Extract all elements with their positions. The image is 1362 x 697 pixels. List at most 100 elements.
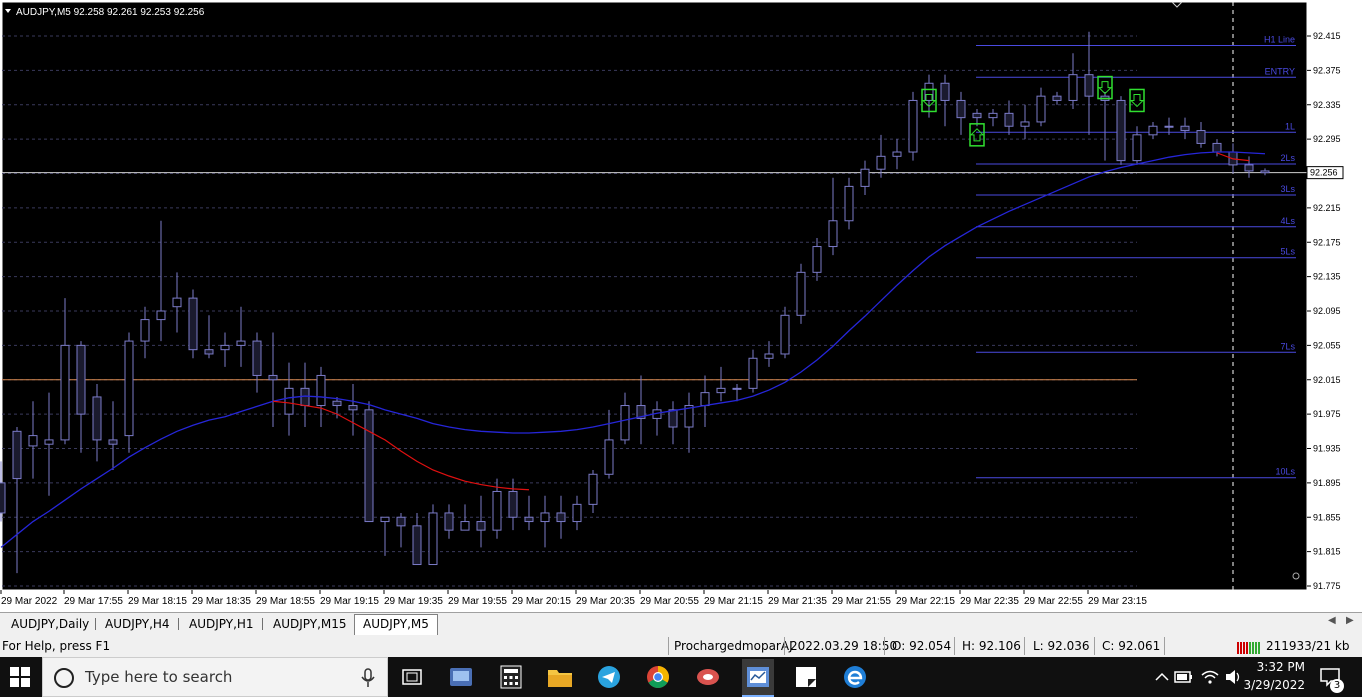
- candle-body: [1196, 130, 1206, 144]
- candle-body: [28, 435, 38, 447]
- candle-body: [1180, 125, 1190, 132]
- candle-body: [556, 512, 566, 523]
- price-tick-label: 92.095: [1313, 306, 1341, 316]
- candle-body: [956, 99, 966, 119]
- price-tick-label: 91.855: [1313, 512, 1341, 522]
- time-tick-label: 29 Mar 23:15: [1088, 596, 1147, 607]
- candle-body: [0, 482, 6, 514]
- candle-body: [396, 516, 406, 527]
- candle-body: [316, 374, 326, 407]
- candle-body: [1212, 142, 1222, 153]
- candle-body: [860, 168, 870, 187]
- price-tick-label: 92.375: [1313, 65, 1341, 75]
- time-tick-label: 29 Mar 18:35: [192, 596, 251, 607]
- tab-audjpy-m5[interactable]: AUDJPY,M5: [354, 614, 438, 635]
- candle-body: [332, 400, 342, 407]
- candle-body: [876, 155, 886, 170]
- status-separator: [884, 637, 885, 655]
- candle-body: [108, 439, 118, 445]
- candle: [1116, 96, 1126, 165]
- candle-body: [124, 340, 134, 437]
- connection-bars-icon: [1237, 635, 1261, 657]
- status-low: L: 92.036: [1033, 639, 1090, 653]
- candle-body: [908, 99, 918, 153]
- candle-body: [12, 430, 22, 480]
- status-open: O: 92.054: [892, 639, 952, 653]
- microphone-icon[interactable]: [361, 668, 375, 692]
- taskbar-search-box[interactable]: Type here to search: [42, 657, 388, 697]
- price-tick-label: 91.975: [1313, 409, 1341, 419]
- candle-body: [1068, 74, 1078, 101]
- scroll-left-icon[interactable]: ◀: [1328, 615, 1336, 626]
- time-tick-label: 29 Mar 18:55: [256, 596, 315, 607]
- time-tick-label: 29 Mar 19:15: [320, 596, 379, 607]
- candle-body: [572, 503, 582, 523]
- candle-body: [1260, 170, 1270, 174]
- time-tick-label: 29 Mar 22:55: [1024, 596, 1083, 607]
- candle-body: [988, 112, 998, 119]
- candle-body: [668, 409, 678, 428]
- time-tick-label: 29 Mar 20:35: [576, 596, 635, 607]
- candle-body: [380, 516, 390, 523]
- candle-body: [588, 473, 598, 505]
- candle-body: [428, 512, 438, 566]
- level-label: 3Ls: [1280, 184, 1295, 194]
- profile-name: ProchargedmoparAJ: [674, 639, 793, 653]
- candle-body: [732, 387, 742, 390]
- candle-body: [796, 271, 806, 316]
- candle-body: [780, 314, 790, 355]
- time-tick-label: 29 Mar 21:55: [832, 596, 891, 607]
- time-tick-label: 29 Mar 20:55: [640, 596, 699, 607]
- time-tick-label: 29 Mar 19:35: [384, 596, 443, 607]
- status-high: H: 92.106: [962, 639, 1021, 653]
- candle-body: [204, 349, 214, 355]
- tab-audjpy-h4[interactable]: AUDJPY,H4: [97, 615, 178, 633]
- status-close: C: 92.061: [1102, 639, 1161, 653]
- candle-body: [188, 297, 198, 351]
- traffic-text: 211933/21 kb: [1266, 639, 1350, 653]
- candle-body: [828, 220, 838, 248]
- candle-body: [1004, 112, 1014, 127]
- tab-audjpy-h1[interactable]: AUDJPY,H1: [181, 615, 262, 633]
- candle-body: [508, 490, 518, 518]
- chart-tab-bar: AUDJPY,Daily AUDJPY,H4 AUDJPY,H1 AUDJPY,…: [0, 612, 1362, 635]
- time-tick-label: 29 Mar 21:35: [768, 596, 827, 607]
- candle: [796, 263, 806, 324]
- tab-audjpy-daily[interactable]: AUDJPY,Daily: [3, 615, 97, 633]
- candle-body: [844, 185, 854, 222]
- candle-body: [524, 516, 534, 523]
- price-tick-label: 91.775: [1313, 581, 1341, 591]
- candle-body: [140, 319, 150, 342]
- price-tick-label: 92.015: [1313, 375, 1341, 385]
- candle-body: [764, 353, 774, 359]
- price-axis: [1307, 2, 1361, 590]
- candle-body: [412, 525, 422, 566]
- candle-body: [460, 521, 470, 531]
- status-datetime: 2022.03.29 18:50: [790, 639, 898, 653]
- candle-body: [348, 405, 358, 411]
- candle-body: [252, 340, 262, 376]
- windows-icon[interactable]: [6, 663, 34, 691]
- price-chart[interactable]: H1 Line ENTRY 1L 2Ls 3Ls 4Ls 5Ls 7Ls 10Ls AUDJPY,…: [0, 0, 1362, 612]
- candle-body: [268, 374, 278, 381]
- chart-window[interactable]: H1 Line ENTRY 1L 2Ls 3Ls 4Ls 5Ls 7Ls 10Ls AUDJPY,…: [0, 0, 1362, 612]
- candle-body: [1084, 74, 1094, 97]
- candle-body: [716, 387, 726, 394]
- tab-separator: [178, 618, 179, 630]
- candle-body: [492, 490, 502, 531]
- tab-separator: [262, 618, 263, 630]
- time-tick-label: 29 Mar 18:15: [128, 596, 187, 607]
- candle-body: [364, 409, 374, 523]
- level-label: H1 Line: [1264, 34, 1295, 44]
- tab-audjpy-m15[interactable]: AUDJPY,M15: [265, 615, 355, 633]
- scroll-right-icon[interactable]: ▶: [1346, 615, 1354, 626]
- price-tick-label: 92.055: [1313, 340, 1341, 350]
- price-tick-label: 92.175: [1313, 237, 1341, 247]
- candle-body: [476, 521, 486, 531]
- level-label: ENTRY: [1265, 66, 1295, 76]
- level-label: 2Ls: [1280, 153, 1295, 163]
- status-separator: [1024, 637, 1025, 655]
- candle-body: [1036, 95, 1046, 123]
- level-label: 7Ls: [1280, 341, 1295, 351]
- candle-body: [604, 439, 614, 475]
